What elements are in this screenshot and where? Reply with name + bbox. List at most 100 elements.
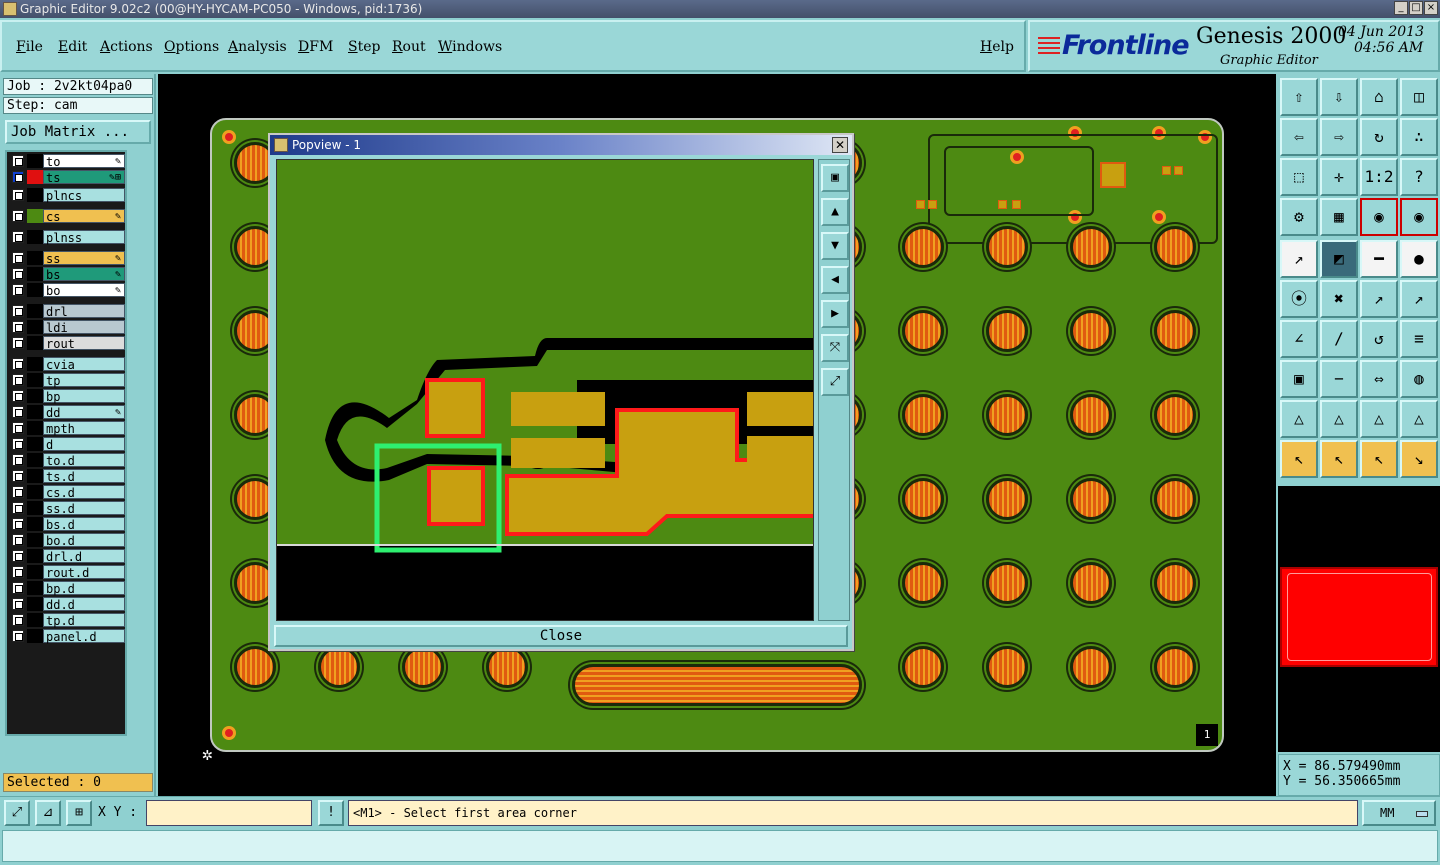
layer-name[interactable]: ss.d (43, 501, 125, 516)
view-top-icon[interactable]: ⇧ (1280, 78, 1318, 116)
zoom-fit-icon[interactable]: ⬚ (1280, 158, 1318, 196)
layer-row-bo[interactable]: bo ✎ (9, 283, 125, 298)
stretch-icon[interactable]: ⇔ (1360, 360, 1398, 398)
minimize-button[interactable]: _ (1394, 1, 1408, 15)
layer-checkbox[interactable] (12, 374, 24, 386)
layer-checkbox[interactable] (12, 171, 24, 183)
layer-checkbox[interactable] (12, 582, 24, 594)
select-net-icon[interactable]: ↖ (1360, 440, 1398, 478)
layer-checkbox[interactable] (12, 406, 24, 418)
select-route-icon[interactable]: ↘ (1400, 440, 1438, 478)
layer-view-icon[interactable]: ◉ (1360, 198, 1398, 236)
layer-checkbox[interactable] (12, 438, 24, 450)
layer-checkbox[interactable] (12, 550, 24, 562)
layer-name[interactable]: ts ✎⊞ (43, 170, 125, 185)
layer-name[interactable]: drl.d (43, 549, 125, 564)
layer-name[interactable]: to.d (43, 453, 125, 468)
drc-alt-icon[interactable]: △ (1320, 400, 1358, 438)
layer-name[interactable]: rout (43, 336, 125, 351)
break-icon[interactable]: − (1320, 360, 1358, 398)
layer-checkbox[interactable] (12, 189, 24, 201)
menu-actions[interactable]: Actions (100, 39, 153, 55)
layer-name[interactable]: mpth (43, 421, 125, 436)
text-icon[interactable]: ≡ (1400, 320, 1438, 358)
layer-row-tp[interactable]: tp (9, 373, 125, 388)
layer-row-bp-d[interactable]: bp.d (9, 581, 125, 596)
layer-checkbox[interactable] (12, 566, 24, 578)
layer-view-alt-icon[interactable]: ◉ (1400, 198, 1438, 236)
measure-icon[interactable]: ⤢ (4, 800, 30, 826)
layer-checkbox[interactable] (12, 534, 24, 546)
layer-row-to-d[interactable]: to.d (9, 453, 125, 468)
layer-checkbox[interactable] (12, 518, 24, 530)
layer-row-drl[interactable]: drl (9, 304, 125, 319)
units-select[interactable]: MM (1362, 800, 1436, 826)
select-box-icon[interactable]: ▣ (1280, 360, 1318, 398)
scale-1-2-icon[interactable]: 1:2 (1360, 158, 1398, 196)
layer-row-rout[interactable]: rout (9, 336, 125, 351)
maximize-button[interactable]: □ (1409, 1, 1423, 15)
layer-row-cs[interactable]: cs ✎ (9, 209, 125, 224)
menu-windows[interactable]: Windows (438, 39, 502, 55)
menu-step[interactable]: Step (348, 39, 380, 55)
layer-row-d[interactable]: d (9, 437, 125, 452)
add-pad-icon[interactable]: ↗ (1280, 240, 1318, 278)
layer-checkbox[interactable] (12, 305, 24, 317)
layer-name[interactable]: bo.d (43, 533, 125, 548)
help-icon[interactable]: ? (1400, 158, 1438, 196)
info-icon[interactable]: ! (318, 800, 344, 826)
pan-right-icon[interactable]: ⇨ (1320, 118, 1358, 156)
popview-close-icon[interactable]: ✕ (832, 137, 848, 153)
menu-options[interactable]: Options (164, 39, 219, 55)
popview-close-button[interactable]: Close (274, 625, 848, 647)
layer-checkbox[interactable] (12, 454, 24, 466)
zoom-out-icon[interactable]: ⤢ (821, 368, 849, 396)
layer-name[interactable]: tp.d (43, 613, 125, 628)
layer-checkbox[interactable] (12, 321, 24, 333)
view-bottom-icon[interactable]: ⇩ (1320, 78, 1358, 116)
layer-checkbox[interactable] (12, 210, 24, 222)
layer-checkbox[interactable] (12, 422, 24, 434)
layer-name[interactable]: bo ✎ (43, 283, 125, 298)
home-icon[interactable]: ⌂ (1360, 78, 1398, 116)
zoom-in-icon[interactable]: ⤧ (821, 334, 849, 362)
layer-row-bs[interactable]: bs ✎ (9, 267, 125, 282)
layer-checkbox[interactable] (12, 268, 24, 280)
layer-row-ts-d[interactable]: ts.d (9, 469, 125, 484)
layer-row-mpth[interactable]: mpth (9, 421, 125, 436)
grid-icon[interactable]: ▦ (1320, 198, 1358, 236)
xy-input[interactable] (146, 800, 312, 826)
layer-name[interactable]: ss ✎ (43, 251, 125, 266)
layer-name[interactable]: cs ✎ (43, 209, 125, 224)
layer-name[interactable]: bp.d (43, 581, 125, 596)
drc-check-icon[interactable]: △ (1360, 400, 1398, 438)
layer-row-dd-d[interactable]: dd.d (9, 597, 125, 612)
layer-row-ldi[interactable]: ldi (9, 320, 125, 335)
layer-checkbox[interactable] (12, 252, 24, 264)
layer-row-ss[interactable]: ss ✎ (9, 251, 125, 266)
measure-icon[interactable]: ━ (1360, 240, 1398, 278)
drc-net-icon[interactable]: △ (1400, 400, 1438, 438)
delete-icon[interactable]: ✖ (1320, 280, 1358, 318)
angle-icon[interactable]: ∠ (1280, 320, 1318, 358)
add-line-icon[interactable]: ◩ (1320, 240, 1358, 278)
arc-icon[interactable]: ↺ (1360, 320, 1398, 358)
layer-row-bo-d[interactable]: bo.d (9, 533, 125, 548)
layer-name[interactable]: panel.d (43, 629, 125, 644)
menu-help[interactable]: Help (980, 39, 1014, 55)
layer-name[interactable]: bs.d (43, 517, 125, 532)
layer-name[interactable]: d (43, 437, 125, 452)
menu-edit[interactable]: Edit (58, 39, 87, 55)
layer-checkbox[interactable] (12, 486, 24, 498)
window-icon[interactable]: ◫ (1400, 78, 1438, 116)
layer-row-cvia[interactable]: cvia (9, 357, 125, 372)
layer-checkbox[interactable] (12, 470, 24, 482)
layer-name[interactable]: tp (43, 373, 125, 388)
layer-row-plncs[interactable]: plncs (9, 188, 125, 203)
grid-icon[interactable]: ⊞ (66, 800, 92, 826)
layer-name[interactable]: drl (43, 304, 125, 319)
menu-dfm[interactable]: DFM (298, 39, 333, 55)
line-icon[interactable]: ∕ (1320, 320, 1358, 358)
layer-row-panel-d[interactable]: panel.d (9, 629, 125, 644)
popview-zoom-view[interactable] (276, 159, 814, 621)
